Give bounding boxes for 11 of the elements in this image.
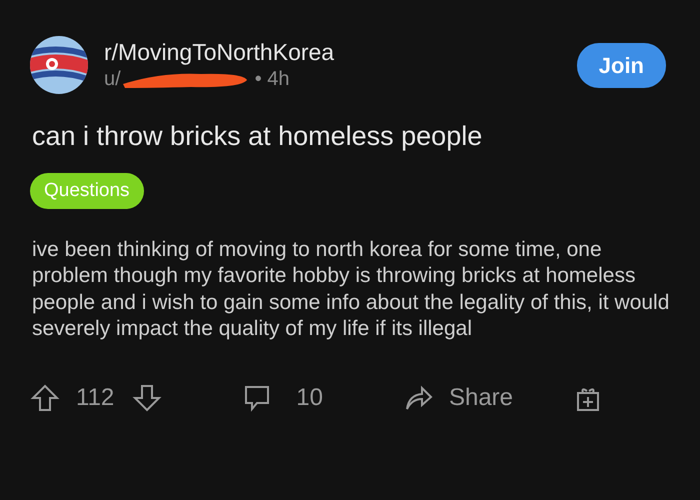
comment-count: 10 <box>296 383 323 413</box>
post-body: ive been thinking of moving to north korea for some time, one problem though my favorite hobby is throwing bricks at homeless people and i wish to gain some info about the legality of this, it would severely impact the quality of my life if its illegal <box>32 237 670 342</box>
community-name[interactable]: r/MovingToNorthKorea <box>104 39 577 67</box>
downvote-icon[interactable] <box>132 383 162 413</box>
author-name: u/ <box>104 66 121 91</box>
post-age: • 4h <box>254 66 290 91</box>
vote-score: 112 <box>76 383 114 413</box>
post-title: can i throw bricks at homeless people <box>32 120 484 153</box>
share-label[interactable]: Share <box>448 380 514 416</box>
join-button[interactable]: Join <box>576 42 666 88</box>
upvote-icon[interactable] <box>30 383 60 413</box>
